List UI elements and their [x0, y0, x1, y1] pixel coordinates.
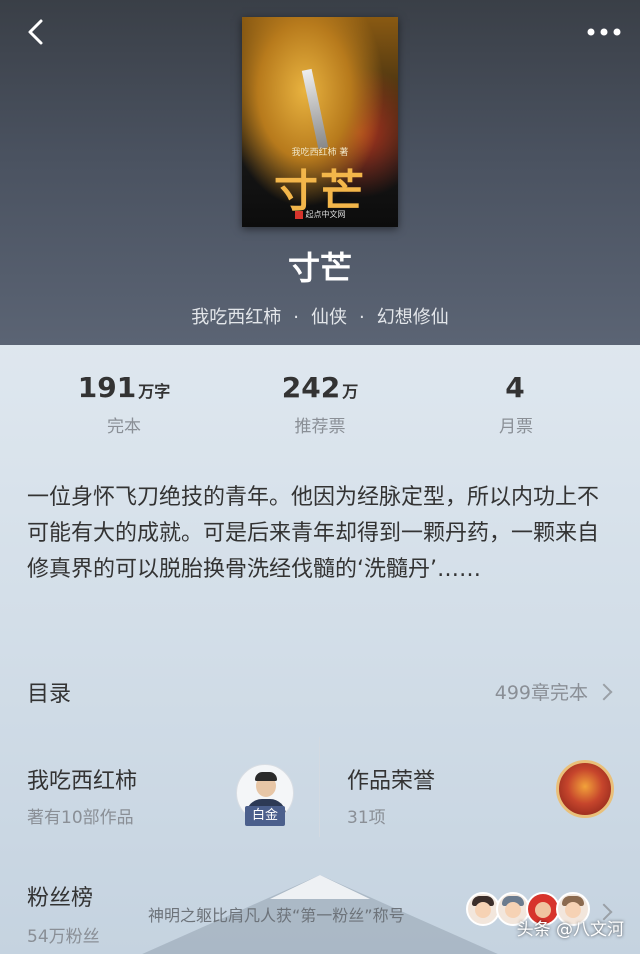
- stat-recommend-votes[interactable]: 242 万 推荐票: [240, 370, 400, 437]
- author-card[interactable]: 我吃西红柿 著有10部作品 白金: [0, 737, 319, 837]
- honor-card[interactable]: 作品荣誉 31项: [320, 737, 640, 837]
- publisher-logo-icon: [294, 210, 303, 219]
- cover-publisher: 起点中文网: [242, 209, 398, 220]
- fans-title: 粉丝榜: [27, 886, 94, 911]
- stat-unit: 万字: [138, 382, 171, 401]
- stat-value: 242: [281, 371, 341, 404]
- book-header: 我吃西红柿 著 寸芒 起点中文网 寸芒 我吃西红柿 · 仙侠 · 幻想修仙: [0, 0, 640, 345]
- book-description[interactable]: 一位身怀飞刀绝技的青年。他因为经脉定型，所以内功上不可能有大的成就。可是后来青年…: [27, 480, 617, 588]
- stat-label: 推荐票: [294, 417, 346, 437]
- stat-word-count: 191 万字 完本: [44, 370, 204, 437]
- category-link[interactable]: 仙侠: [311, 307, 347, 328]
- stat-value: 191: [77, 371, 137, 404]
- toc-chapter-count: 499章完本: [494, 682, 588, 704]
- honor-medal-icon: [556, 760, 614, 818]
- book-stats: 191 万字 完本 242 万 推荐票 4 月票: [0, 370, 640, 440]
- honor-count: 31项: [347, 808, 386, 828]
- author-works-count: 著有10部作品: [27, 808, 134, 828]
- book-title: 寸芒: [287, 249, 352, 287]
- chevron-left-icon: [28, 19, 43, 45]
- book-cover[interactable]: 我吃西红柿 著 寸芒 起点中文网: [242, 17, 398, 227]
- watermark: 头条 @八文河: [516, 920, 624, 940]
- stat-value: 4: [505, 371, 525, 404]
- more-button[interactable]: [582, 12, 626, 52]
- table-of-contents-row[interactable]: 目录 499章完本: [0, 664, 640, 720]
- info-cards: 我吃西红柿 著有10部作品 白金 作品荣誉 31项: [0, 737, 640, 837]
- cover-artwork: [301, 68, 329, 150]
- platinum-badge: 白金: [245, 806, 285, 826]
- fans-count: 54万粉丝: [27, 927, 100, 947]
- stat-label: 完本: [107, 417, 141, 437]
- stat-label: 月票: [499, 417, 533, 437]
- meta-separator: ·: [359, 307, 365, 328]
- stat-unit: 万: [342, 382, 359, 401]
- meta-separator: ·: [293, 307, 299, 328]
- subcategory-link[interactable]: 幻想修仙: [377, 307, 449, 328]
- toc-label: 目录: [27, 682, 72, 707]
- fans-ranking-row[interactable]: 粉丝榜 54万粉丝 神明之躯比肩凡人获“第一粉丝”称号: [0, 868, 640, 954]
- back-button[interactable]: [16, 12, 56, 52]
- stat-monthly-votes[interactable]: 4 月票: [436, 370, 596, 437]
- book-meta: 我吃西红柿 · 仙侠 · 幻想修仙: [0, 303, 640, 329]
- author-name: 我吃西红柿: [27, 769, 138, 794]
- top-fan-note: 神明之躯比肩凡人获“第一粉丝”称号: [148, 906, 405, 925]
- fan-avatar[interactable]: [466, 892, 500, 926]
- author-link[interactable]: 我吃西红柿: [191, 307, 281, 328]
- chevron-right-icon: [595, 683, 613, 701]
- honor-title: 作品荣誉: [347, 769, 436, 794]
- more-dots-icon: [587, 28, 621, 36]
